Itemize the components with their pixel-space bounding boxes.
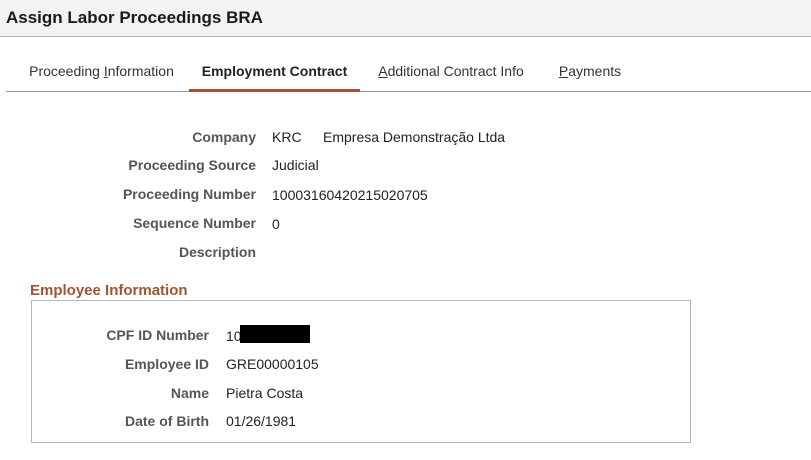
cpf-id-number-label: CPF ID Number — [106, 327, 209, 343]
tab-label-accesskey: A — [378, 63, 388, 79]
proceeding-number-label: Proceeding Number — [122, 186, 256, 202]
tab-proceeding-information[interactable]: Proceeding Information — [14, 55, 189, 91]
tab-payments[interactable]: Payments — [550, 55, 630, 91]
tab-label-pre: Proceeding — [29, 63, 104, 79]
employee-id-label: Employee ID — [124, 356, 209, 372]
company-code: KRC — [272, 129, 302, 145]
tab-label-post: ayments — [568, 63, 622, 79]
tab-label-post: dditional Contract Info — [387, 63, 524, 79]
page-title: Assign Labor Proceedings BRA — [6, 8, 263, 27]
description-label: Description — [178, 244, 256, 260]
company-label: Company — [192, 129, 256, 145]
tab-additional-contract-info[interactable]: Additional Contract Info — [376, 55, 526, 91]
employee-information-header: Employee Information — [30, 282, 188, 299]
name-label: Name — [170, 385, 209, 401]
tab-label-post: nformation — [107, 63, 174, 79]
tab-employment-contract[interactable]: Employment Contract — [189, 55, 360, 92]
employee-id-value: GRE00000105 — [226, 356, 319, 372]
tab-label-accesskey: P — [558, 63, 569, 79]
tab-bar: Proceeding Information Employment Contra… — [6, 55, 811, 92]
date-of-birth-value: 01/26/1981 — [226, 413, 297, 429]
name-value: Pietra Costa — [226, 385, 304, 401]
sequence-number-value: 0 — [272, 216, 280, 232]
title-bar: Assign Labor Proceedings BRA — [0, 0, 811, 37]
date-of-birth-label: Date of Birth — [125, 413, 209, 429]
sequence-number-label: Sequence Number — [133, 215, 256, 231]
redaction-block — [240, 325, 310, 343]
company-name: Empresa Demonstração Ltda — [323, 129, 506, 145]
proceeding-source-value: Judicial — [272, 157, 319, 173]
tab-label: Employment Contract — [201, 63, 348, 79]
proceeding-number-value: 10003160420215020705 — [272, 187, 428, 203]
page: Assign Labor Proceedings BRA Proceeding … — [0, 0, 811, 460]
proceeding-source-label: Proceeding Source — [128, 157, 256, 173]
